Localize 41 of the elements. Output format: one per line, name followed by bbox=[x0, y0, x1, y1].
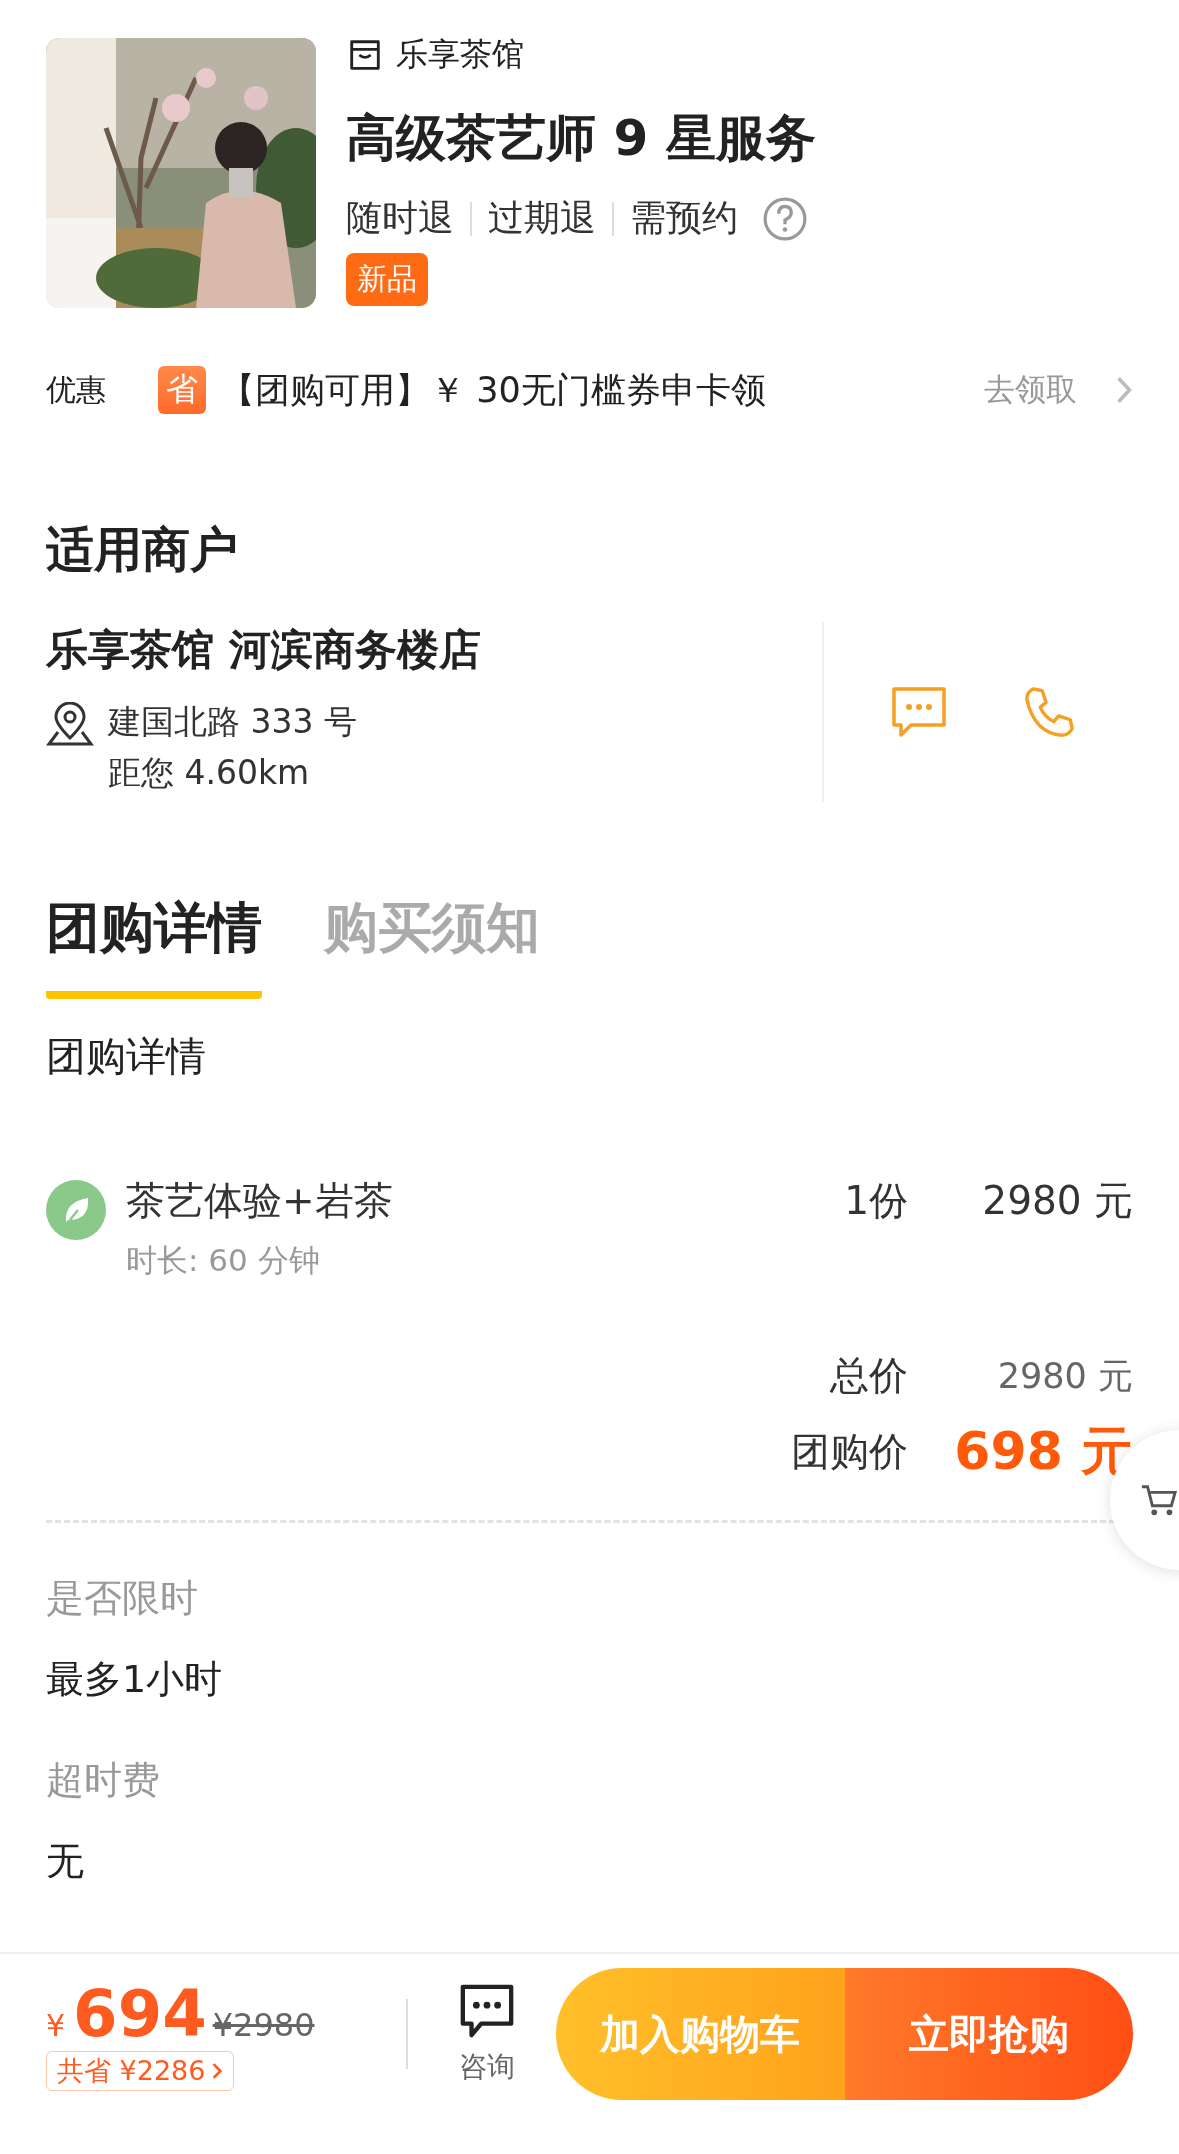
help-icon[interactable] bbox=[762, 195, 808, 242]
details-heading: 团购详情 bbox=[46, 1032, 207, 1081]
consult-button[interactable]: 咨询 bbox=[458, 1982, 516, 2086]
coupon-text: 【团购可用】￥ 30无门槛券申卡领 bbox=[220, 368, 767, 412]
original-price: ¥2980 bbox=[212, 2006, 315, 2044]
policy-tag: 随时退 bbox=[346, 194, 454, 243]
note-label: 超时费 bbox=[46, 1757, 161, 1804]
store-address: 建国北路 333 号 bbox=[108, 701, 357, 743]
policy-tag: 过期退 bbox=[488, 194, 596, 243]
save-badge: 省 bbox=[158, 366, 206, 414]
item-quantity: 1份 bbox=[844, 1177, 908, 1225]
promo-label: 优惠 bbox=[46, 370, 107, 409]
currency-symbol: ¥ bbox=[46, 2008, 66, 2043]
chevron-right-icon[interactable] bbox=[1115, 374, 1133, 406]
store-distance: 距您 4.60km bbox=[108, 752, 311, 794]
note-value: 最多1小时 bbox=[46, 1656, 224, 1703]
store-name: 乐享茶馆 河滨商务楼店 bbox=[46, 624, 482, 676]
leaf-icon bbox=[46, 1180, 106, 1240]
savings-tag[interactable]: 共省 ¥2286 bbox=[46, 2051, 235, 2091]
chevron-right-icon bbox=[211, 2061, 224, 2081]
claim-link[interactable]: 去领取 bbox=[984, 369, 1077, 411]
sale-price: 694 bbox=[73, 1977, 207, 2051]
note-label: 是否限时 bbox=[46, 1575, 199, 1622]
item-duration: 时长: 60 分钟 bbox=[126, 1241, 321, 1280]
new-badge: 新品 bbox=[346, 253, 428, 306]
total-price: 2980 元 bbox=[996, 1354, 1133, 1398]
total-label: 总价 bbox=[830, 1352, 908, 1400]
group-price-label: 团购价 bbox=[791, 1428, 908, 1476]
location-pin-icon bbox=[46, 702, 94, 746]
chat-icon bbox=[458, 1982, 516, 2040]
add-to-cart-button[interactable]: 加入购物车 bbox=[556, 1968, 845, 2100]
note-value: 无 bbox=[46, 1838, 85, 1885]
section-heading: 适用商户 bbox=[46, 520, 239, 579]
buy-now-button[interactable]: 立即抢购 bbox=[844, 1968, 1133, 2100]
shop-name: 乐享茶馆 bbox=[396, 34, 524, 75]
tab[interactable]: 购买须知 bbox=[324, 892, 540, 999]
tab[interactable]: 团购详情 bbox=[46, 892, 262, 999]
product-title: 高级茶艺师 9 星服务 bbox=[346, 108, 816, 169]
item-price: 2980 元 bbox=[981, 1177, 1133, 1225]
policy-tag: 需预约 bbox=[630, 194, 738, 243]
item-name: 茶艺体验+岩茶 bbox=[126, 1177, 394, 1225]
